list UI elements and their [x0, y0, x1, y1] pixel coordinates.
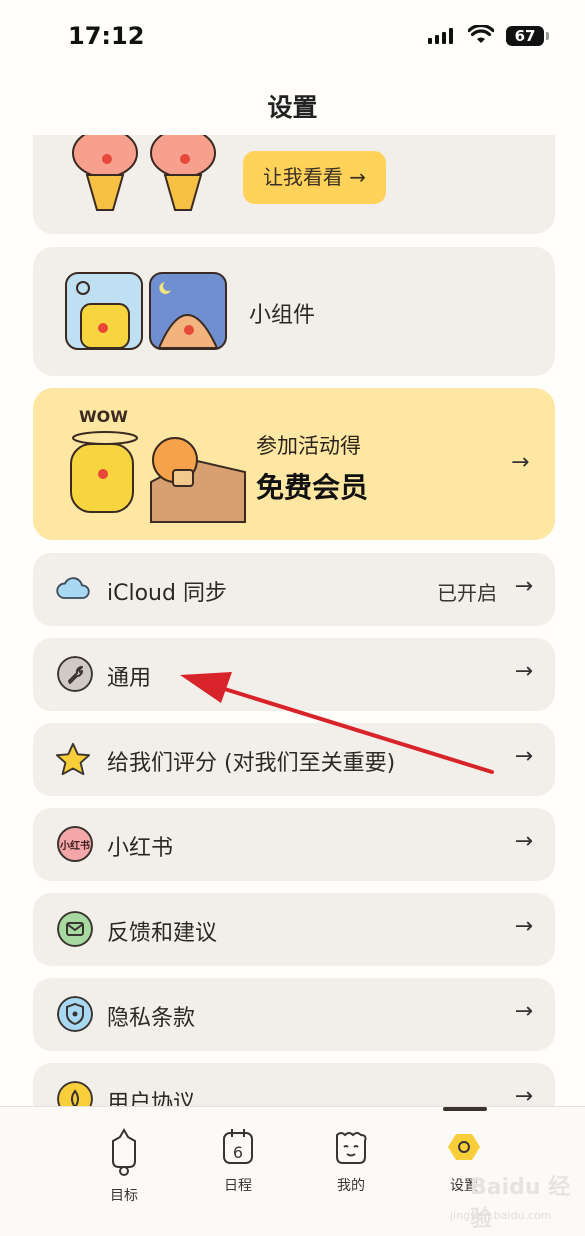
battery-icon: 67 [506, 26, 549, 46]
settings-row-label: 通用 [107, 666, 152, 691]
watermark: Baidu 经验 [470, 1175, 571, 1232]
xiaohongshu-icon: 小红书 [57, 826, 93, 862]
calendar-icon: 6 [223, 1129, 253, 1164]
arrow-right-icon: → [514, 829, 533, 854]
show-me-button[interactable]: 让我看看 → [243, 151, 386, 204]
cloud-icon [56, 577, 90, 599]
tab-schedule[interactable]: 6 日程 [198, 1127, 278, 1195]
status-bar: 17:12 67 [0, 0, 585, 75]
widget-day-icon [65, 272, 143, 350]
xiaohongshu-icon-text: 小红书 [60, 841, 90, 852]
star-icon [55, 742, 91, 776]
tab-bar: 目标 6 日程 我的 设置 Baidu 经验 jingyan.baidu.com [0, 1106, 585, 1236]
arrow-right-icon: → [514, 744, 533, 769]
settings-row-feedback[interactable]: 反馈和建议 → [33, 893, 555, 966]
cellular-signal-icon [428, 28, 453, 44]
settings-row-rate-us[interactable]: 给我们评分 (对我们至关重要) → [33, 723, 555, 796]
tab-indicator [443, 1107, 487, 1111]
wrench-icon [57, 656, 93, 692]
status-time: 17:12 [68, 22, 145, 50]
settings-row-label: 给我们评分 (对我们至关重要) [107, 751, 396, 776]
settings-row-xiaohongshu[interactable]: 小红书 小红书 → [33, 808, 555, 881]
page-title: 设置 [267, 93, 318, 122]
event-mascots-illustration: WOW [70, 407, 246, 523]
arrow-right-icon: → [514, 574, 533, 599]
privacy-shield-icon [57, 996, 93, 1032]
arrow-right-icon: → [514, 659, 533, 684]
arrow-right-icon: → [514, 999, 533, 1024]
widget-card[interactable]: 小组件 [33, 247, 555, 376]
arrow-right-icon: → [511, 450, 530, 475]
face-icon [336, 1132, 367, 1164]
svg-text:WOW: WOW [79, 407, 128, 426]
settings-row-label: 小红书 [107, 836, 174, 861]
calendar-day: 6 [233, 1143, 243, 1162]
settings-row-privacy[interactable]: 隐私条款 → [33, 978, 555, 1051]
event-title: 免费会员 [256, 471, 369, 504]
wifi-icon [468, 25, 494, 43]
settings-row-icloud-sync[interactable]: iCloud 同步 已开启 → [33, 553, 555, 626]
event-subtitle: 参加活动得 [256, 434, 361, 458]
settings-icon [448, 1134, 480, 1160]
settings-row-label: 反馈和建议 [107, 921, 218, 946]
tab-mine[interactable]: 我的 [311, 1127, 391, 1195]
mail-icon [57, 911, 93, 947]
tab-label: 目标 [110, 1188, 138, 1204]
watermark-url: jingyan.baidu.com [450, 1209, 552, 1222]
icloud-status-value: 已开启 [437, 581, 497, 605]
tab-goals[interactable]: 目标 [84, 1127, 164, 1205]
event-card[interactable]: WOW 参加活动得 免费会员 → [33, 388, 555, 540]
widget-label: 小组件 [249, 303, 316, 328]
arrow-right-icon: → [514, 914, 533, 939]
tab-label: 日程 [224, 1178, 252, 1194]
settings-row-label: 隐私条款 [107, 1006, 196, 1031]
settings-row-label: iCloud 同步 [107, 581, 227, 606]
promo-card[interactable]: 让我看看 → [33, 135, 555, 234]
target-icon [112, 1127, 136, 1176]
mascot-ice-cream-illustration [72, 135, 216, 211]
widget-night-icon [149, 272, 227, 350]
settings-row-general[interactable]: 通用 → [33, 638, 555, 711]
tab-label: 我的 [337, 1178, 365, 1194]
